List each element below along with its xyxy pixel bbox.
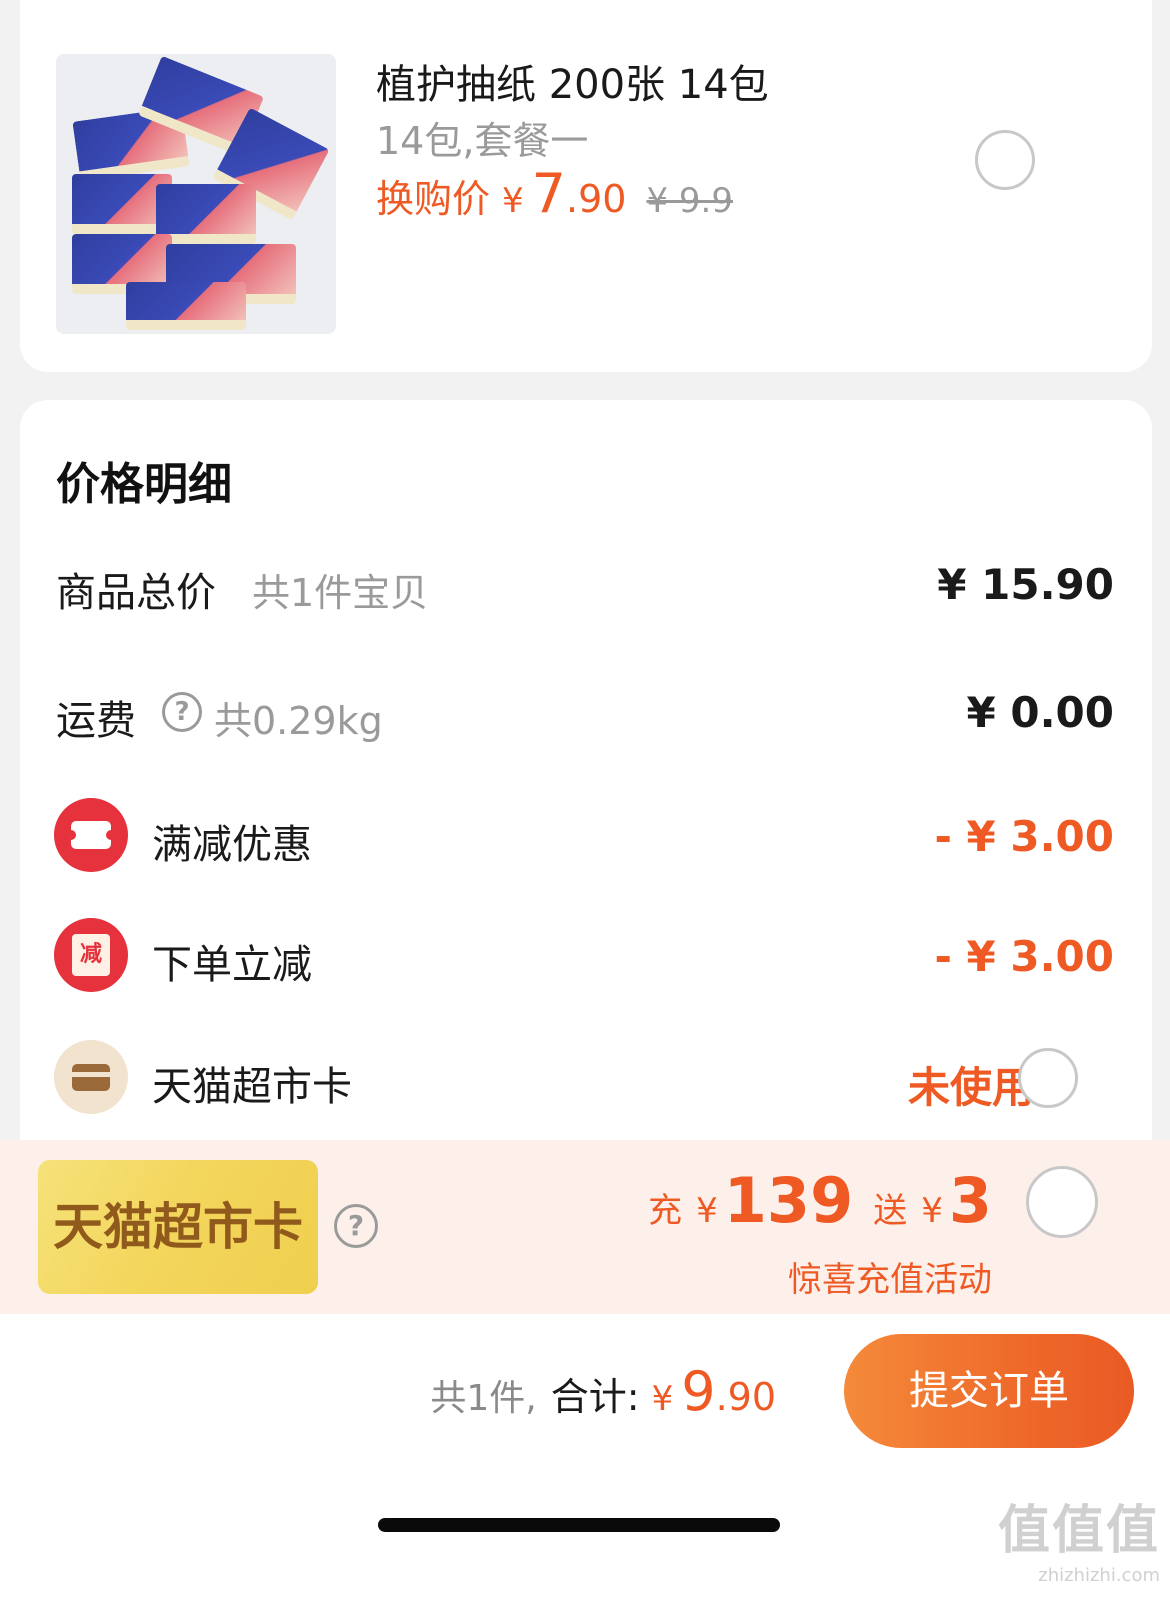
full-discount-label: 满减优惠 [152,822,312,868]
product-select-radio[interactable] [975,130,1035,190]
card-icon [54,1040,128,1114]
price-currency: ¥ [502,181,524,221]
order-discount-value[interactable]: - ¥ 3.00 [934,932,1114,981]
total-decimal: .90 [715,1375,776,1419]
checkout-bar: 共1件, 合计: ¥ 9 .90 提交订单 值值值 zhizhizhi.com [0,1314,1170,1624]
price-detail-card: 价格明细 商品总价 共1件宝贝 ¥ 15.90 运费 ? 共0.29kg ¥ 0… [20,400,1152,1200]
total-label: 合计: [550,1375,640,1419]
recharge-promo-banner: 天猫超市卡 ? 充 ¥ 139 送 ¥ 3 惊喜充值活动 [0,1140,1170,1314]
home-indicator[interactable] [378,1518,780,1532]
total-integer: 9 [681,1360,716,1423]
watermark-logo: 值值值 [997,1501,1160,1561]
watermark-domain: zhizhizhi.com [1038,1565,1160,1586]
price-decimal: .90 [566,177,627,221]
subtotal-label: 商品总价 [56,570,216,616]
item-count: 共1件, [430,1378,537,1419]
product-card: 植护抽纸 200张 14包 14包,套餐一 换购价 ¥ 7 .90 ¥ 9.9 [20,0,1152,372]
shipping-weight: 共0.29kg [214,699,383,743]
discount-icon-text: 减 [72,934,110,976]
shipping-label: 运费 [56,698,136,744]
product-title[interactable]: 植护抽纸 200张 14包 [376,52,769,110]
original-price: ¥ 9.9 [646,181,733,221]
question-circle-icon[interactable]: ? [162,692,202,732]
promo-select-radio[interactable] [1026,1166,1098,1238]
tissue-pack [126,282,246,330]
product-variant: 14包,套餐一 [376,119,589,163]
market-card-label: 天猫超市卡 [152,1064,352,1110]
gift-amount: 3 [948,1164,992,1237]
product-price: 换购价 ¥ 7 .90 ¥ 9.9 [376,162,733,225]
ticket-icon [54,798,128,872]
product-image[interactable] [56,54,336,334]
recharge-offer: 充 ¥ 139 送 ¥ 3 [648,1164,992,1237]
market-card-status[interactable]: 未使用 [908,1054,1034,1115]
total-currency: ¥ [651,1379,674,1419]
charge-amount: 139 [723,1164,854,1237]
gift-currency: ¥ [921,1191,943,1231]
price-integer: 7 [531,162,567,225]
watermark: 值值值 zhizhizhi.com [998,1488,1160,1586]
market-card-radio[interactable] [1018,1048,1078,1108]
discount-envelope-icon: 减 [54,918,128,992]
charge-label: 充 [648,1191,683,1231]
market-card-badge[interactable]: 天猫超市卡 [38,1160,318,1294]
promo-subtitle: 惊喜充值活动 [788,1260,992,1300]
order-discount-label: 下单立减 [152,942,312,988]
gift-label: 送 [873,1191,908,1231]
price-label: 换购价 [376,177,491,221]
question-circle-icon[interactable]: ? [334,1204,378,1248]
subtotal-count: 共1件宝贝 [252,571,429,615]
submit-order-button[interactable]: 提交订单 [844,1334,1134,1448]
shipping-value: ¥ 0.00 [966,688,1114,737]
full-discount-value[interactable]: - ¥ 3.00 [934,812,1114,861]
charge-currency: ¥ [696,1191,718,1231]
subtotal-value: ¥ 15.90 [937,560,1114,609]
section-title: 价格明细 [56,459,232,510]
order-total: 共1件, 合计: ¥ 9 .90 [430,1360,776,1423]
